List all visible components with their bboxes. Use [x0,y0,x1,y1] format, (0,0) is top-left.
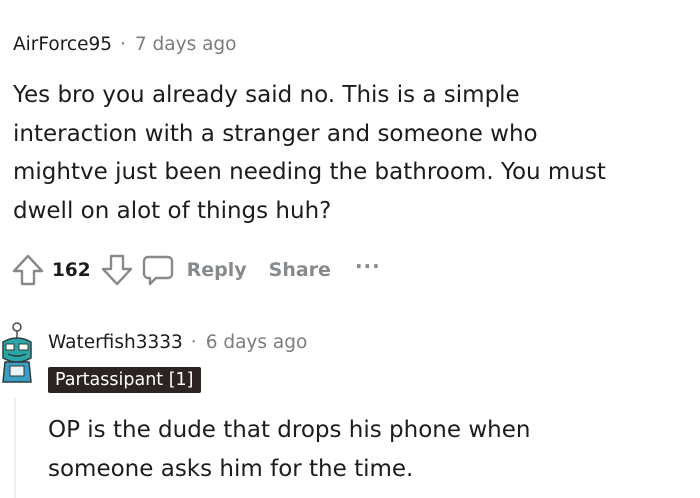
upvote-arrow-icon[interactable] [10,252,46,288]
reply-label: Reply [186,259,247,281]
comment-timestamp[interactable]: 6 days ago [206,328,308,358]
reply-button[interactable]: Reply [141,253,247,287]
comment-timestamp[interactable]: 7 days ago [135,30,237,60]
comment-author[interactable]: AirForce95 [13,30,112,60]
speech-bubble-icon [142,255,173,286]
comment-waterfish3333: Waterfish3333 · 6 days ago Partassipant … [0,318,700,498]
comment-author[interactable]: Waterfish3333 [48,328,183,358]
thread-line[interactable] [14,398,16,498]
user-flair-badge: Partassipant [1] [48,367,201,393]
comment-actions: 162 Reply Share ··· [10,250,381,290]
share-button[interactable]: Share [269,259,331,281]
comment-meta: Waterfish3333 · 6 days ago [48,328,307,358]
meta-separator: · [190,332,197,353]
comment-body: Yes bro you already said no. This is a s… [13,82,606,224]
comment-meta: AirForce95 · 7 days ago [13,30,693,60]
meta-separator: · [120,34,126,55]
comment-body: OP is the dude that drops his phone when… [48,417,531,482]
downvote-arrow-icon[interactable] [99,252,135,288]
vote-score: 162 [52,259,91,281]
snoo-avatar-icon[interactable] [0,320,34,386]
more-options-button[interactable]: ··· [355,254,381,278]
comment-airforce95: AirForce95 · 7 days ago Yes bro you alre… [13,30,693,224]
